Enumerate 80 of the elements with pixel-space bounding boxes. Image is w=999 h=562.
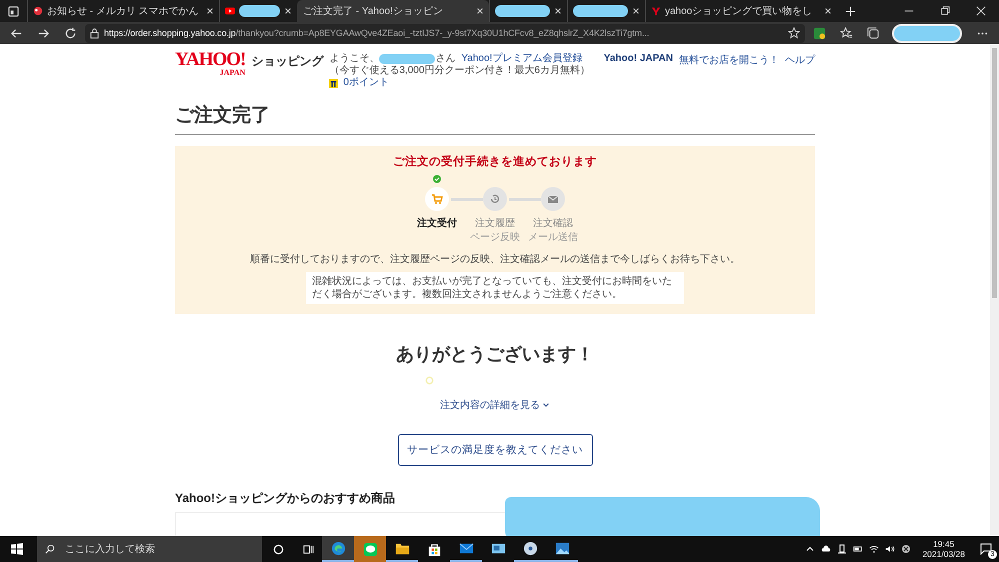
status-heading: ご注文の受付手続きを進めております — [393, 154, 597, 169]
header-link[interactable]: 無料でお店を開こう！ — [679, 53, 779, 67]
history-icon — [489, 193, 501, 205]
points-link[interactable]: 0ポイント — [343, 77, 389, 89]
task-view-icon[interactable] — [303, 544, 314, 554]
envelope-icon — [458, 540, 474, 556]
collections-icon[interactable] — [867, 26, 880, 40]
loading-icon — [425, 376, 434, 385]
address-bar[interactable]: https://order.shopping.yahoo.co.jp/thankyou?crumb=Ap8EYGAAwQve4ZEaoi_-tztIJS7-_y-9st7Xq30U1hCFcv8_eZ8qhslrZ_X4K2lszTi7gtm... — [85, 24, 805, 42]
service-name: ショッピング — [251, 53, 324, 70]
windows-start-icon[interactable] — [11, 543, 23, 555]
tab-actions-icon[interactable] — [8, 6, 19, 16]
cart-icon — [431, 193, 443, 205]
premium-note: （今すぐ使える3,000円分クーポン付き！最大6カ月無料） — [329, 65, 590, 77]
details-link[interactable]: 注文内容の詳細を見る — [440, 398, 550, 412]
close-icon[interactable] — [284, 7, 292, 15]
cortana-icon[interactable] — [273, 544, 284, 554]
notice-box: 混雑状況によっては、お支払いが完了となっていても、注文受付にお時間をいただく場合がございます。複数回注文されませんようご注意ください。 — [306, 272, 684, 304]
clock-date: 2021/03/28 — [922, 549, 965, 559]
mail-icon — [547, 193, 559, 205]
back-icon[interactable] — [10, 26, 23, 40]
header-link[interactable]: ヘルプ — [785, 53, 815, 67]
redaction-mark — [379, 54, 436, 64]
forward-icon[interactable] — [37, 26, 50, 40]
restore-icon[interactable] — [940, 6, 950, 16]
taskbar-search-field[interactable]: ここに入力して検索 — [37, 536, 262, 562]
monitor-icon — [490, 542, 506, 556]
step-label: 注文受付 — [417, 217, 457, 231]
y-icon — [651, 6, 661, 16]
search-icon — [45, 544, 55, 554]
cloud-icon[interactable] — [821, 544, 832, 554]
scrollbar[interactable] — [990, 44, 999, 536]
shopping-bag-icon — [426, 542, 442, 556]
section-heading: Yahoo!ショッピングからのおすすめ商品 — [175, 490, 396, 507]
close-icon[interactable] — [206, 7, 214, 15]
status-message: 順番に受付しておりますので、注文履歴ページの反映、注文確認メールの送信まで今しばらくお待ち下さい。 — [250, 252, 740, 266]
logo[interactable]: YAHOO! JAPAN — [175, 50, 246, 77]
speaker-icon[interactable] — [885, 544, 896, 554]
browser-tab[interactable]: ご注文完了 - Yahoo!ショッピン — [297, 0, 489, 22]
chat-icon — [362, 542, 378, 556]
close-icon[interactable] — [554, 7, 562, 15]
swirl-icon — [330, 540, 346, 556]
thanks-heading: ありがとうございます！ — [396, 343, 594, 366]
wifi-icon[interactable] — [869, 544, 880, 554]
lock-icon — [90, 28, 99, 38]
clock[interactable]: 19:45 2021/03/28 — [922, 539, 965, 559]
close-icon[interactable] — [632, 7, 640, 15]
status-icon[interactable] — [901, 544, 912, 554]
close-icon[interactable] — [476, 7, 484, 15]
device-icon[interactable] — [837, 544, 848, 554]
step-sublabel: ページ反映 — [470, 231, 520, 245]
refresh-icon[interactable] — [64, 26, 77, 40]
clock-time: 19:45 — [933, 539, 954, 549]
step-label: 注文履歴 — [475, 217, 515, 231]
disc-icon — [522, 540, 538, 556]
step-sublabel: メール送信 — [528, 231, 578, 245]
close-icon[interactable] — [824, 7, 832, 15]
close-icon[interactable] — [976, 6, 986, 16]
extension-icon[interactable] — [813, 26, 826, 40]
url-text: https://order.shopping.yahoo.co.jp/thankyou?crumb=Ap8EYGAAwQve4ZEaoi_-tztIJS7-_y-9st7Xq30U1hCFcv8_eZ8qhslrZ_X4K2lszTi7gtm... — [104, 28, 650, 38]
image-icon — [554, 540, 570, 556]
premium-link[interactable]: Yahoo!プレミアム会員登録 — [461, 53, 582, 65]
page-title: ご注文完了 — [175, 102, 815, 135]
battery-icon[interactable] — [853, 544, 864, 554]
new-tab-icon[interactable] — [845, 6, 856, 16]
survey-button[interactable]: サービスの満足度を教えてください — [398, 434, 592, 466]
star-icon[interactable] — [788, 27, 800, 39]
welcome-text: ようこそ、 — [329, 53, 380, 65]
search-input[interactable]: ここに入力して検索 — [63, 542, 254, 556]
step-label: 注文確認 — [533, 217, 573, 231]
redaction-mark — [892, 24, 962, 42]
point-card-icon — [329, 78, 338, 88]
header-link[interactable]: Yahoo! JAPAN — [604, 53, 673, 64]
welcome-text: さん — [435, 53, 456, 65]
check-icon — [433, 175, 441, 183]
favorites-icon[interactable] — [840, 26, 853, 40]
speech-bubble-icon — [980, 543, 992, 555]
play-icon — [225, 6, 235, 16]
chevron-down-icon — [542, 401, 550, 409]
taskbar-app[interactable] — [322, 536, 354, 562]
